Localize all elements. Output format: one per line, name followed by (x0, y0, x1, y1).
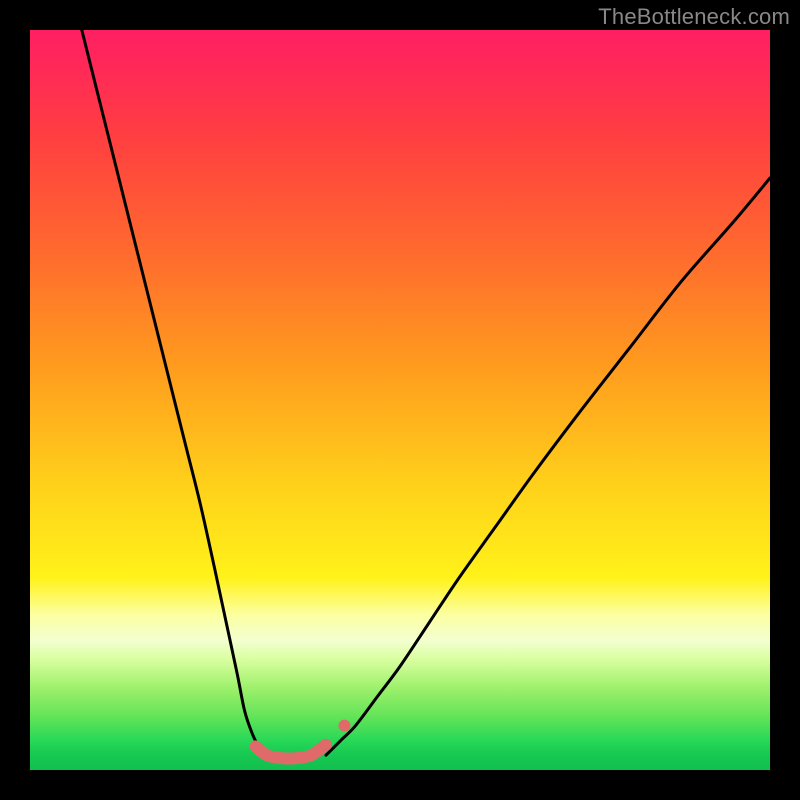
curve-left (82, 30, 267, 755)
curve-right (326, 178, 770, 755)
curve-layer (30, 30, 770, 770)
watermark-text: TheBottleneck.com (598, 4, 790, 30)
valley-markers (339, 720, 351, 732)
valley-floor (256, 745, 326, 759)
plot-area (30, 30, 770, 770)
chart-frame: TheBottleneck.com (0, 0, 800, 800)
valley-dot-right (339, 720, 351, 732)
